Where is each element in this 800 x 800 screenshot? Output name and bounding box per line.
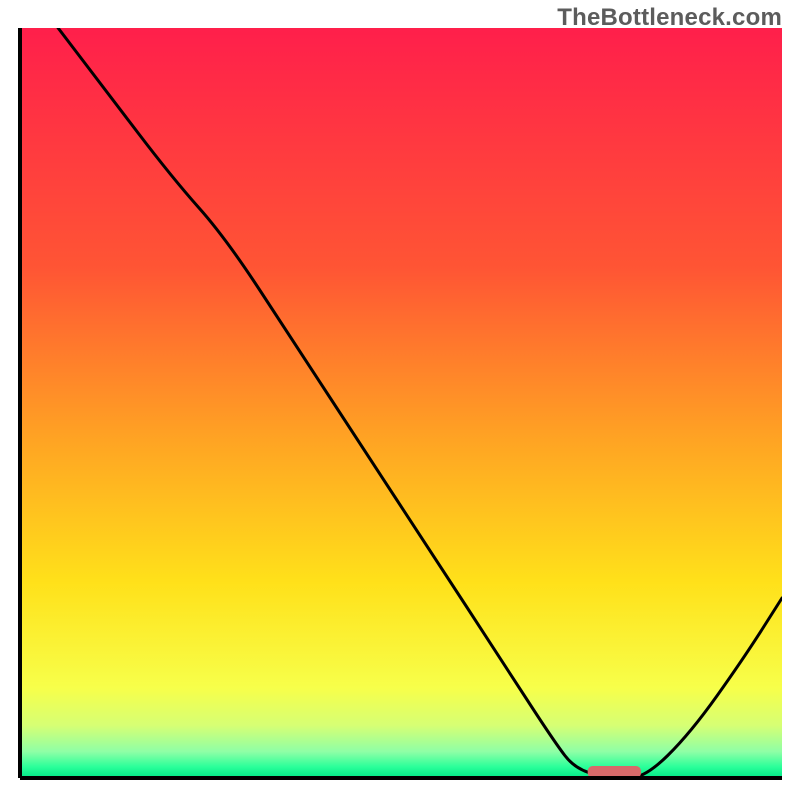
chart-container: TheBottleneck.com [0, 0, 800, 800]
watermark-label: TheBottleneck.com [557, 4, 782, 32]
bottleneck-chart [18, 28, 782, 780]
chart-svg [18, 28, 782, 780]
gradient-background [20, 28, 782, 778]
